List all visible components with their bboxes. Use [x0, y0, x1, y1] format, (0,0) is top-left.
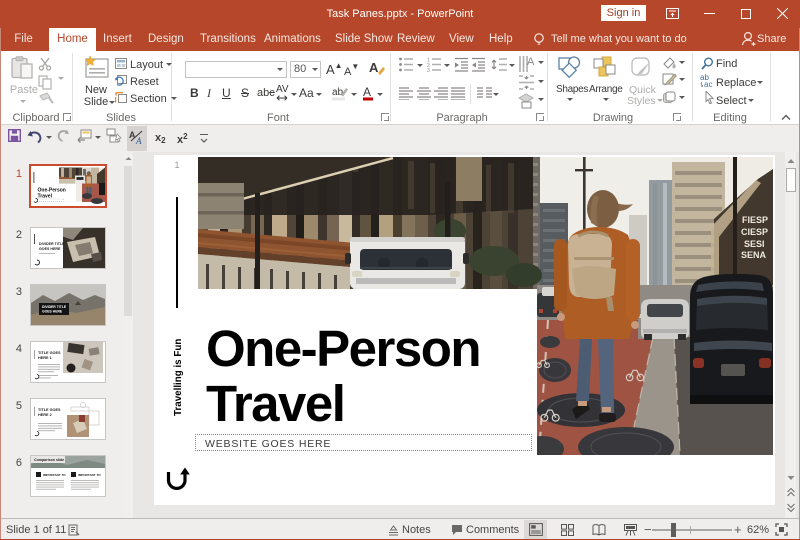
svg-text:FIESP: FIESP [742, 215, 768, 225]
svg-text:SENA: SENA [741, 250, 767, 260]
svg-text:A: A [363, 85, 371, 99]
svg-text:ab: ab [332, 87, 344, 98]
svg-text:A: A [527, 56, 535, 68]
svg-text:DIVIDER TITLE: DIVIDER TITLE [39, 242, 65, 246]
svg-text:IMPORTANT TO: IMPORTANT TO [43, 473, 66, 477]
svg-text:Travel: Travel [38, 194, 53, 200]
svg-text:CIESP: CIESP [741, 227, 768, 237]
svg-text:GOES HERE: GOES HERE [42, 309, 63, 313]
svg-text:HERE 1: HERE 1 [38, 356, 52, 360]
svg-text:DIVIDER TITLE: DIVIDER TITLE [42, 305, 67, 309]
svg-text:A: A [129, 130, 136, 140]
svg-text:SESI: SESI [744, 239, 765, 249]
svg-text:A: A [135, 136, 142, 146]
svg-text:IMPORTANT TO: IMPORTANT TO [78, 473, 101, 477]
svg-text:A: A [369, 60, 379, 75]
svg-text:HERE 2: HERE 2 [38, 413, 52, 417]
svg-text:ac: ac [704, 80, 712, 88]
svg-text:TITLE GOES: TITLE GOES [38, 351, 61, 355]
svg-text:3: 3 [427, 68, 430, 72]
svg-text:GOES HERE: GOES HERE [39, 247, 61, 251]
svg-text:Comparison slide: Comparison slide [34, 458, 64, 462]
svg-text:TITLE GOES: TITLE GOES [38, 408, 61, 412]
